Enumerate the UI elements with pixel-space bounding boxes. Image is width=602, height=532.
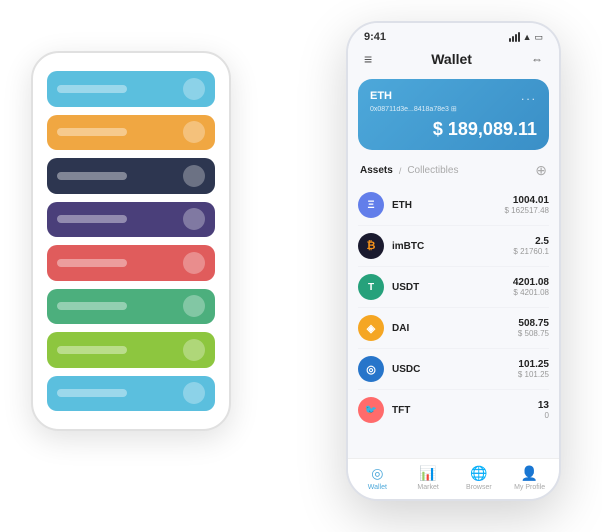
dai-usd: $ 508.75 [518, 329, 549, 338]
nav-profile[interactable]: 👤 My Profile [510, 465, 550, 491]
imbtc-values: 2.5 $ 21760.1 [513, 236, 549, 256]
asset-item-imbtc[interactable]: ₿ imBTC 2.5 $ 21760.1 [358, 226, 549, 267]
wallet-card-4[interactable] [47, 202, 215, 238]
wallet-card-3[interactable] [47, 158, 215, 194]
assets-header: Assets / Collectibles ⊕ [348, 158, 559, 185]
browser-nav-icon: 🌐 [470, 465, 487, 482]
profile-nav-icon: 👤 [521, 465, 538, 482]
status-bar: 9:41 ▲ ▭ [348, 23, 559, 47]
bottom-nav: ◎ Wallet 📊 Market 🌐 Browser 👤 My Profile [348, 458, 559, 499]
usdt-values: 4201.08 $ 4201.08 [513, 277, 549, 297]
usdc-usd: $ 101.25 [518, 370, 549, 379]
nav-browser[interactable]: 🌐 Browser [459, 465, 499, 491]
signal-icon [509, 32, 520, 42]
usdt-usd: $ 4201.08 [513, 288, 549, 297]
wallet-card-7[interactable] [47, 332, 215, 368]
imbtc-usd: $ 21760.1 [513, 247, 549, 256]
tft-amount: 13 [538, 400, 549, 411]
usdt-icon: T [358, 274, 384, 300]
browser-nav-label: Browser [466, 484, 492, 491]
nav-wallet[interactable]: ◎ Wallet [357, 465, 397, 491]
nav-market[interactable]: 📊 Market [408, 465, 448, 491]
usdc-values: 101.25 $ 101.25 [518, 359, 549, 379]
dai-amount: 508.75 [518, 318, 549, 329]
usdt-amount: 4201.08 [513, 277, 549, 288]
tab-divider: / [399, 166, 402, 176]
eth-values: 1004.01 $ 162517.48 [505, 195, 550, 215]
assets-tabs: Assets / Collectibles [360, 165, 458, 176]
page-title: Wallet [431, 51, 472, 67]
dai-name: DAI [392, 323, 518, 334]
tft-name: TFT [392, 405, 538, 416]
eth-name: ETH [392, 200, 505, 211]
wallet-card-6[interactable] [47, 289, 215, 325]
add-asset-button[interactable]: ⊕ [535, 162, 547, 179]
tft-usd: 0 [538, 411, 549, 420]
asset-item-usdc[interactable]: ◎ USDC 101.25 $ 101.25 [358, 349, 549, 390]
eth-card-address: 0x08711d3e...8418a78e3 ⊞ [370, 105, 537, 113]
wallet-nav-label: Wallet [368, 484, 387, 491]
top-nav: ≡ Wallet ⇔ [348, 47, 559, 75]
usdc-name: USDC [392, 364, 518, 375]
front-phone: 9:41 ▲ ▭ ≡ Wallet ⇔ ETH ... [346, 21, 561, 501]
asset-item-dai[interactable]: ◈ DAI 508.75 $ 508.75 [358, 308, 549, 349]
dai-icon: ◈ [358, 315, 384, 341]
usdt-name: USDT [392, 282, 513, 293]
expand-icon[interactable]: ⇔ [531, 52, 543, 66]
asset-item-usdt[interactable]: T USDT 4201.08 $ 4201.08 [358, 267, 549, 308]
eth-icon: Ξ [358, 192, 384, 218]
profile-nav-label: My Profile [514, 484, 545, 491]
eth-card-balance: $ 189,089.11 [370, 119, 537, 140]
imbtc-name: imBTC [392, 241, 513, 252]
back-phone [31, 51, 231, 431]
usdc-amount: 101.25 [518, 359, 549, 370]
asset-item-eth[interactable]: Ξ ETH 1004.01 $ 162517.48 [358, 185, 549, 226]
dai-values: 508.75 $ 508.75 [518, 318, 549, 338]
status-time: 9:41 [364, 31, 386, 43]
wallet-card-8[interactable] [47, 376, 215, 412]
eth-usd: $ 162517.48 [505, 206, 550, 215]
wallet-nav-icon: ◎ [371, 465, 383, 482]
wallet-card-5[interactable] [47, 245, 215, 281]
wifi-icon: ▲ [523, 32, 532, 42]
tft-icon: 🐦 [358, 397, 384, 423]
tft-values: 13 0 [538, 400, 549, 420]
battery-icon: ▭ [534, 32, 543, 43]
tab-assets[interactable]: Assets [360, 165, 393, 176]
market-nav-label: Market [417, 484, 438, 491]
usdc-icon: ◎ [358, 356, 384, 382]
eth-card-label: ETH [370, 90, 392, 102]
status-icons: ▲ ▭ [509, 32, 543, 43]
imbtc-amount: 2.5 [513, 236, 549, 247]
wallet-card-1[interactable] [47, 71, 215, 107]
eth-card-header: ETH ... [370, 89, 537, 103]
wallet-card-2[interactable] [47, 115, 215, 151]
tab-collectibles[interactable]: Collectibles [407, 165, 458, 176]
asset-item-tft[interactable]: 🐦 TFT 13 0 [358, 390, 549, 430]
market-nav-icon: 📊 [419, 465, 436, 482]
eth-card[interactable]: ETH ... 0x08711d3e...8418a78e3 ⊞ $ 189,0… [358, 79, 549, 150]
scene: 9:41 ▲ ▭ ≡ Wallet ⇔ ETH ... [11, 11, 591, 521]
eth-card-more[interactable]: ... [521, 89, 537, 103]
imbtc-icon: ₿ [358, 233, 384, 259]
asset-list: Ξ ETH 1004.01 $ 162517.48 ₿ imBTC 2.5 $ … [348, 185, 559, 458]
menu-icon[interactable]: ≡ [364, 51, 372, 67]
eth-amount: 1004.01 [505, 195, 550, 206]
